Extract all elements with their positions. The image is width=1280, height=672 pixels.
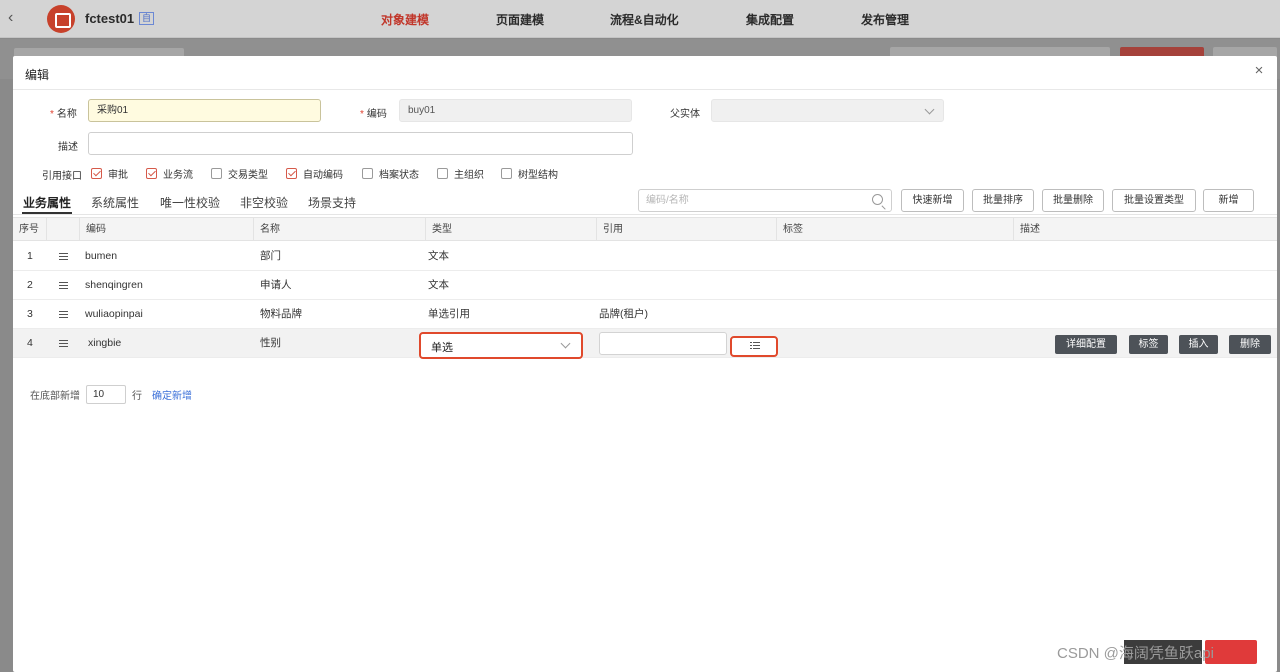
watermark-text: CSDN @海阔凭鱼跃api	[1057, 645, 1214, 662]
dialog-header: 编辑 ×	[13, 56, 1277, 90]
chevron-down-icon	[560, 338, 571, 349]
detail-config-button[interactable]: 详细配置	[1055, 335, 1117, 354]
col-index: 序号	[13, 218, 47, 241]
tab-not-null-check[interactable]: 非空校验	[240, 194, 288, 211]
row-code: xingbie	[88, 337, 122, 349]
row-name: 部门	[260, 250, 281, 262]
tag-button[interactable]: 标签	[1129, 335, 1168, 354]
row-index: 2	[27, 279, 33, 291]
app-topbar: ‹ fctest01 自 对象建模 页面建模 流程&自动化 集成配置 发布管理	[0, 0, 1280, 38]
checkbox-archive-status[interactable]: 档案状态	[362, 166, 419, 181]
type-select-value: 单选	[431, 342, 453, 354]
batch-sort-button[interactable]: 批量排序	[972, 189, 1034, 212]
col-name: 名称	[254, 218, 426, 241]
close-icon[interactable]: ×	[1251, 62, 1267, 80]
row-type: 文本	[428, 279, 449, 291]
row-code: bumen	[85, 250, 118, 262]
tabs-divider	[13, 214, 1277, 215]
drag-handle-icon[interactable]	[59, 253, 68, 260]
checkbox-icon[interactable]	[286, 168, 297, 179]
tab-system-properties[interactable]: 系统属性	[91, 194, 139, 211]
table-row[interactable]: 3 wuliaopinpai 物料品牌 单选引用 品牌(租户)	[13, 300, 1277, 329]
quick-add-button[interactable]: 快速新增	[901, 189, 964, 212]
tab-uniqueness-check[interactable]: 唯一性校验	[160, 194, 220, 211]
type-select[interactable]: 单选	[419, 332, 583, 359]
nav-object-modeling[interactable]: 对象建模	[381, 11, 429, 28]
checkbox-icon[interactable]	[437, 168, 448, 179]
row-code: wuliaopinpai	[85, 308, 143, 320]
add-button[interactable]: 新增	[1203, 189, 1254, 212]
name-input[interactable]: 采购01	[88, 99, 321, 122]
checkbox-icon[interactable]	[146, 168, 157, 179]
row-type: 单选引用	[428, 308, 470, 320]
col-reference: 引用	[597, 218, 777, 241]
reference-picker-button[interactable]	[730, 336, 778, 357]
add-rows-suffix: 行	[132, 391, 142, 402]
drag-handle-icon[interactable]	[59, 311, 68, 318]
code-label: * 编码	[360, 109, 387, 120]
description-label: 描述	[58, 142, 78, 153]
drag-handle-icon[interactable]	[59, 282, 68, 289]
row-index: 4	[27, 337, 33, 349]
checkbox-business-flow[interactable]: 业务流	[146, 166, 193, 181]
col-description: 描述	[1020, 224, 1040, 235]
row-index: 1	[27, 250, 33, 262]
checkbox-auto-code[interactable]: 自动编码	[286, 166, 343, 181]
tab-scenario-support[interactable]: 场景支持	[308, 194, 356, 211]
row-count-input[interactable]: 10	[86, 385, 126, 404]
row-name: 物料品牌	[260, 308, 302, 320]
name-label: * 名称	[50, 109, 77, 120]
table-header: 序号 编码 名称 类型 引用 标签 描述	[13, 217, 1277, 241]
tab-business-properties[interactable]: 业务属性	[23, 194, 71, 211]
batch-set-type-button[interactable]: 批量设置类型	[1112, 189, 1196, 212]
nav-integration[interactable]: 集成配置	[746, 11, 794, 28]
row-type: 文本	[428, 250, 449, 262]
app-name: fctest01	[85, 11, 135, 26]
description-input[interactable]	[88, 132, 633, 155]
parent-entity-label: 父实体	[670, 109, 700, 120]
checkbox-icon[interactable]	[362, 168, 373, 179]
parent-entity-select[interactable]	[711, 99, 944, 122]
code-input[interactable]: buy01	[399, 99, 632, 122]
col-type: 类型	[426, 218, 597, 241]
row-code: shenqingren	[85, 279, 143, 291]
row-name: 性别	[260, 337, 281, 349]
col-code: 编码	[80, 218, 254, 241]
back-icon[interactable]: ‹	[8, 9, 24, 27]
confirm-add-link[interactable]: 确定新增	[152, 387, 192, 402]
checkbox-icon[interactable]	[501, 168, 512, 179]
list-icon	[750, 342, 760, 350]
search-input[interactable]: 编码/名称	[638, 189, 892, 212]
col-drag	[47, 218, 80, 241]
edit-dialog: 编辑 × * 名称 采购01 * 编码 buy01 父实体 描述 引用接口 审批 业…	[13, 56, 1277, 672]
reference-input[interactable]	[599, 332, 727, 355]
app-logo	[47, 5, 75, 33]
checkbox-main-org[interactable]: 主组织	[437, 166, 484, 181]
add-rows-bar: 在底部新增 10 行 确定新增	[30, 385, 192, 404]
nav-process-automation[interactable]: 流程&自动化	[610, 11, 679, 28]
add-rows-prefix: 在底部新增	[30, 391, 80, 402]
checkbox-approval[interactable]: 审批	[91, 166, 128, 181]
checkbox-tree-structure[interactable]: 树型结构	[501, 166, 558, 181]
insert-button[interactable]: 插入	[1179, 335, 1218, 354]
app-badge: 自	[139, 12, 155, 25]
table-row[interactable]: 1 bumen 部门 文本	[13, 242, 1277, 271]
batch-delete-button[interactable]: 批量删除	[1042, 189, 1104, 212]
checkbox-icon[interactable]	[91, 168, 102, 179]
chevron-down-icon	[924, 104, 935, 115]
search-icon[interactable]	[872, 194, 883, 205]
row-index: 3	[27, 308, 33, 320]
table-row[interactable]: 2 shenqingren 申请人 文本	[13, 271, 1277, 300]
row-reference: 品牌(租户)	[599, 308, 648, 320]
delete-button[interactable]: 删除	[1229, 335, 1271, 354]
dialog-title: 编辑	[25, 68, 50, 82]
interface-label: 引用接口	[42, 171, 82, 182]
checkbox-transaction-type[interactable]: 交易类型	[211, 166, 268, 181]
nav-publish[interactable]: 发布管理	[861, 11, 909, 28]
row-name: 申请人	[260, 279, 292, 291]
drag-handle-icon[interactable]	[59, 340, 68, 347]
checkbox-icon[interactable]	[211, 168, 222, 179]
col-tag: 标签	[777, 218, 1014, 241]
nav-page-modeling[interactable]: 页面建模	[496, 11, 544, 28]
